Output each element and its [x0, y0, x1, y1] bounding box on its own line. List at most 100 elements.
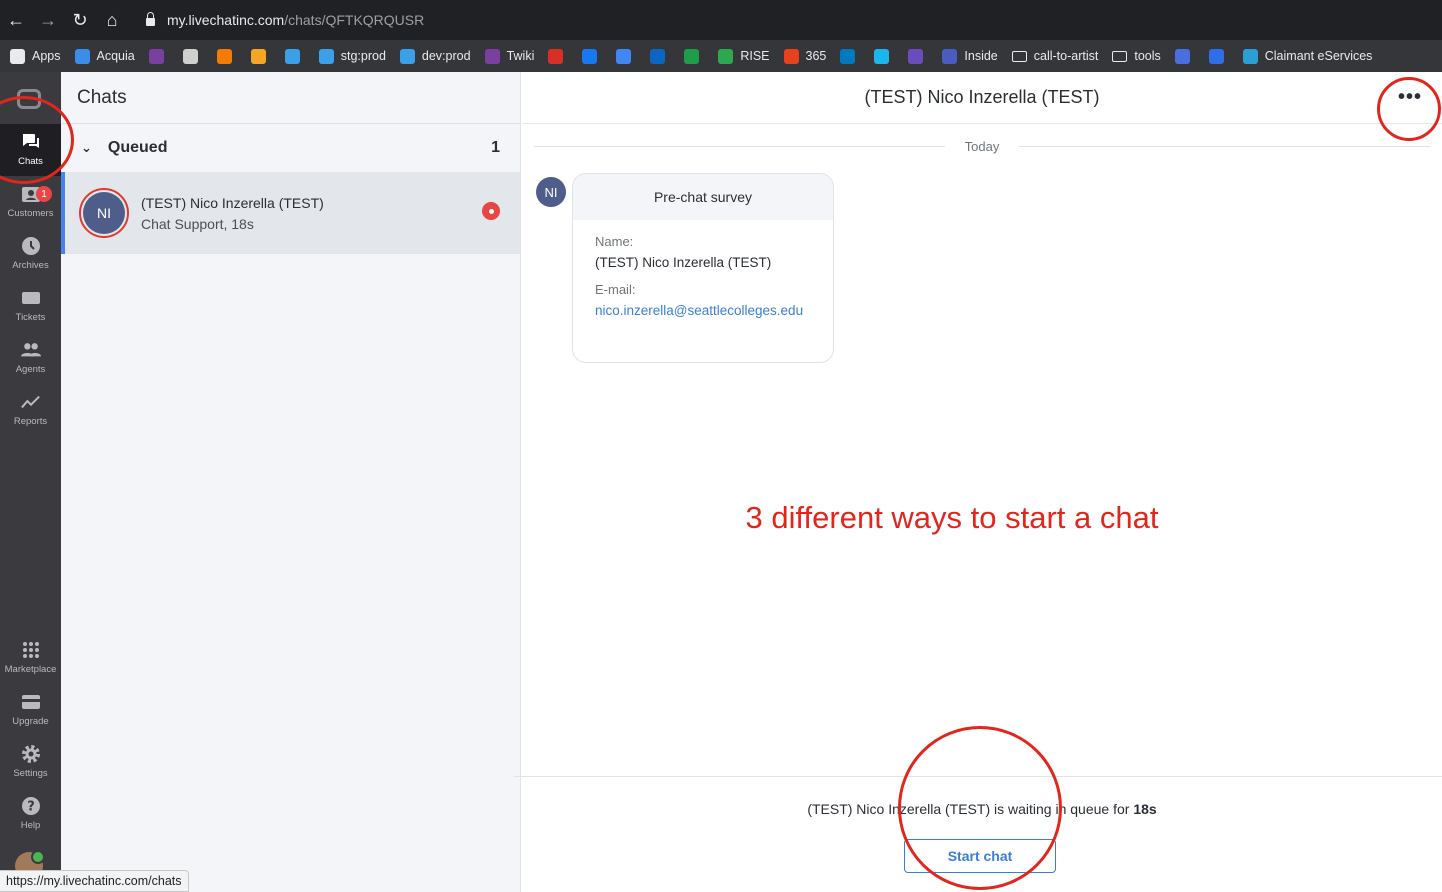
- sidebar-item-upgrade[interactable]: Upgrade: [0, 684, 61, 736]
- sidebar-item-agents[interactable]: Agents: [0, 332, 61, 384]
- bookmark-favicon-icon: [182, 48, 198, 64]
- bookmark-item[interactable]: [1174, 48, 1197, 64]
- bookmark-favicon-icon: [840, 48, 856, 64]
- bookmark-item[interactable]: [582, 48, 604, 64]
- bookmark-item[interactable]: [840, 48, 862, 64]
- avatar: NI: [83, 192, 125, 234]
- sidebar-item-label: Agents: [15, 364, 46, 375]
- bookmark-favicon-icon: [10, 48, 25, 64]
- bookmark-favicon-icon: [616, 48, 632, 64]
- bookmark-item[interactable]: Twiki: [484, 48, 535, 64]
- start-chat-button[interactable]: Start chat: [904, 839, 1056, 873]
- more-options-icon[interactable]: •••: [1398, 86, 1422, 109]
- browser-toolbar: ← → ↻ ⌂ my.livechatinc.com/chats/QFTKQRQ…: [0, 0, 1442, 40]
- bookmark-label: 365: [805, 49, 827, 63]
- avatar-ring: NI: [79, 188, 129, 238]
- pre-chat-survey-card: Pre-chat survey Name: (TEST) Nico Inzere…: [572, 173, 834, 363]
- sidebar-item-settings[interactable]: Settings: [0, 736, 61, 788]
- bookmark-item[interactable]: [908, 48, 930, 64]
- chevron-down-icon: ⌄: [81, 140, 92, 155]
- sidebar-item-customers[interactable]: Customers: [0, 176, 61, 228]
- bookmark-item[interactable]: [684, 48, 706, 64]
- queued-section-header[interactable]: ⌄ Queued 1: [61, 124, 520, 172]
- home-button[interactable]: ⌂: [96, 0, 128, 40]
- bookmark-item[interactable]: [650, 48, 672, 64]
- bookmark-item[interactable]: Apps: [10, 48, 61, 64]
- bookmark-item[interactable]: stg:prod: [318, 48, 386, 64]
- bookmark-folder[interactable]: tools: [1112, 49, 1161, 63]
- bookmark-label: dev:prod: [421, 49, 471, 63]
- ticket-icon: [21, 288, 41, 308]
- sidebar-item-chats[interactable]: Chats: [0, 124, 61, 176]
- bookmark-folder-label: call-to-artist: [1033, 49, 1099, 63]
- bookmark-label: Acquia: [96, 49, 135, 63]
- livechat-logo-icon[interactable]: [17, 89, 41, 109]
- bookmark-favicon-icon: [318, 48, 334, 64]
- bookmark-favicon-icon: [284, 48, 300, 64]
- bookmark-favicon-icon: [1174, 48, 1190, 64]
- bookmark-favicon-icon: [783, 48, 799, 64]
- url-path: /chats/QFTKQRQUSR: [284, 12, 425, 28]
- divider-line: [1019, 145, 1431, 147]
- bookmark-item[interactable]: Acquia: [74, 48, 135, 64]
- bookmark-favicon-icon: [399, 48, 415, 64]
- chat-list-item[interactable]: NI (TEST) Nico Inzerella (TEST) Chat Sup…: [61, 172, 520, 254]
- day-divider: Today: [534, 136, 1431, 156]
- bookmark-favicon-icon: [1208, 48, 1224, 64]
- sidebar-item-tickets[interactable]: Tickets: [0, 280, 61, 332]
- survey-body: Name: (TEST) Nico Inzerella (TEST) E-mai…: [573, 220, 833, 332]
- bookmark-folder[interactable]: call-to-artist: [1011, 49, 1099, 63]
- url-host: my.livechatinc.com: [167, 12, 285, 28]
- reload-button[interactable]: ↻: [64, 0, 96, 40]
- folder-icon: [1011, 50, 1027, 62]
- name-label: Name:: [595, 234, 634, 249]
- bookmark-label: stg:prod: [340, 49, 386, 63]
- unread-indicator-icon: [482, 202, 500, 220]
- app-root: ← → ↻ ⌂ my.livechatinc.com/chats/QFTKQRQ…: [0, 0, 1442, 892]
- bookmark-item[interactable]: Inside: [942, 48, 998, 64]
- bookmark-favicon-icon: [874, 48, 890, 64]
- day-divider-label: Today: [964, 138, 1000, 154]
- bookmark-label: Twiki: [506, 49, 535, 63]
- bookmark-item[interactable]: [216, 48, 239, 64]
- back-button[interactable]: ←: [0, 0, 32, 40]
- bookmark-item[interactable]: RISE: [718, 48, 770, 64]
- bookmark-item[interactable]: [182, 48, 205, 64]
- bookmark-item[interactable]: [284, 48, 307, 64]
- bookmark-item[interactable]: [1208, 48, 1231, 64]
- sidebar-item-marketplace[interactable]: Marketplace: [0, 632, 61, 684]
- bookmark-favicon-icon: [908, 48, 924, 64]
- bookmark-item[interactable]: [616, 48, 638, 64]
- message-avatar: NI: [536, 177, 566, 207]
- email-link[interactable]: nico.inzerella@seattlecolleges.edu: [595, 303, 811, 318]
- bookmark-item[interactable]: [874, 48, 896, 64]
- divider-line: [534, 145, 945, 147]
- sidebar-item-reports[interactable]: Reports: [0, 384, 61, 436]
- address-bar[interactable]: my.livechatinc.com/chats/QFTKQRQUSR: [146, 0, 424, 40]
- customers-badge: 1: [36, 186, 52, 202]
- forward-button[interactable]: →: [32, 0, 64, 40]
- gear-icon: [21, 744, 41, 764]
- chat-bubbles-icon: [21, 132, 41, 152]
- chat-item-name: (TEST) Nico Inzerella (TEST): [141, 194, 324, 211]
- sidebar-item-label: Chats: [18, 156, 43, 167]
- bookmark-item[interactable]: [548, 48, 570, 64]
- chats-list-title: Chats: [61, 72, 520, 124]
- sidebar-item-help[interactable]: ? Help: [0, 788, 61, 840]
- bookmark-favicon-icon: [250, 48, 266, 64]
- waiting-time: 18s: [1133, 801, 1157, 817]
- bookmark-favicon-icon: [74, 48, 90, 64]
- bookmark-label: RISE: [740, 49, 770, 63]
- bookmark-item[interactable]: [250, 48, 273, 64]
- queued-count: 1: [491, 139, 500, 156]
- bookmarks-bar: Apps Acquia stg:prod dev:prod Twiki RISE 365 In…: [0, 40, 1442, 72]
- folder-icon: [1112, 50, 1128, 62]
- sidebar-item-label: Customers: [7, 208, 54, 219]
- chat-item-subtitle: Chat Support, 18s: [141, 215, 254, 232]
- bookmark-item[interactable]: dev:prod: [399, 48, 471, 64]
- bookmark-item[interactable]: [148, 48, 171, 64]
- lock-icon: [146, 12, 155, 26]
- bookmark-item[interactable]: Claimant eServices: [1242, 48, 1372, 64]
- sidebar-item-archives[interactable]: Archives: [0, 228, 61, 280]
- bookmark-item[interactable]: 365: [783, 48, 827, 64]
